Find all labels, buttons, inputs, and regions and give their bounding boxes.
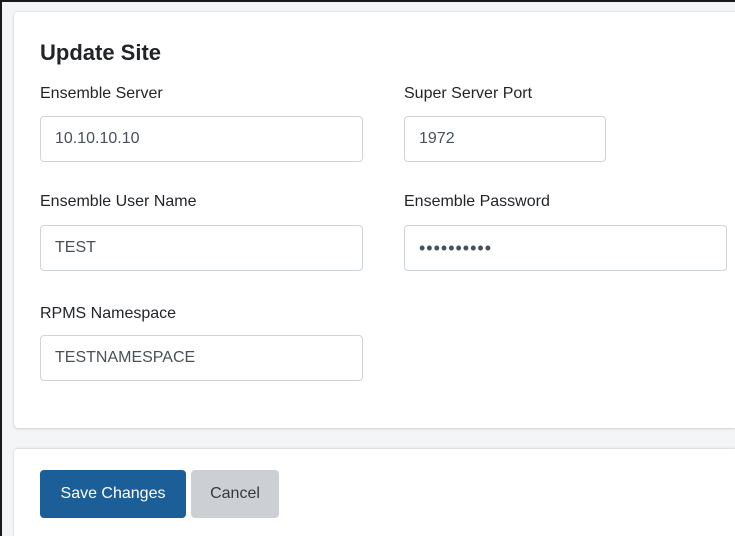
ensemble-user-name-label: Ensemble User Name <box>40 193 197 210</box>
save-changes-button[interactable]: Save Changes <box>40 470 186 518</box>
rpms-namespace-label: RPMS Namespace <box>40 305 177 322</box>
ensemble-user-name-input[interactable] <box>40 225 363 271</box>
super-server-port-input[interactable] <box>404 116 606 162</box>
rpms-namespace-input[interactable] <box>40 335 363 381</box>
ensemble-server-label: Ensemble Server <box>40 85 163 102</box>
page-title: Update Site <box>40 40 162 65</box>
super-server-port-label: Super Server Port <box>404 85 533 102</box>
cancel-button[interactable]: Cancel <box>191 470 279 518</box>
ensemble-server-input[interactable] <box>40 116 363 162</box>
ensemble-password-label: Ensemble Password <box>404 193 550 210</box>
ensemble-password-input[interactable] <box>404 225 727 271</box>
